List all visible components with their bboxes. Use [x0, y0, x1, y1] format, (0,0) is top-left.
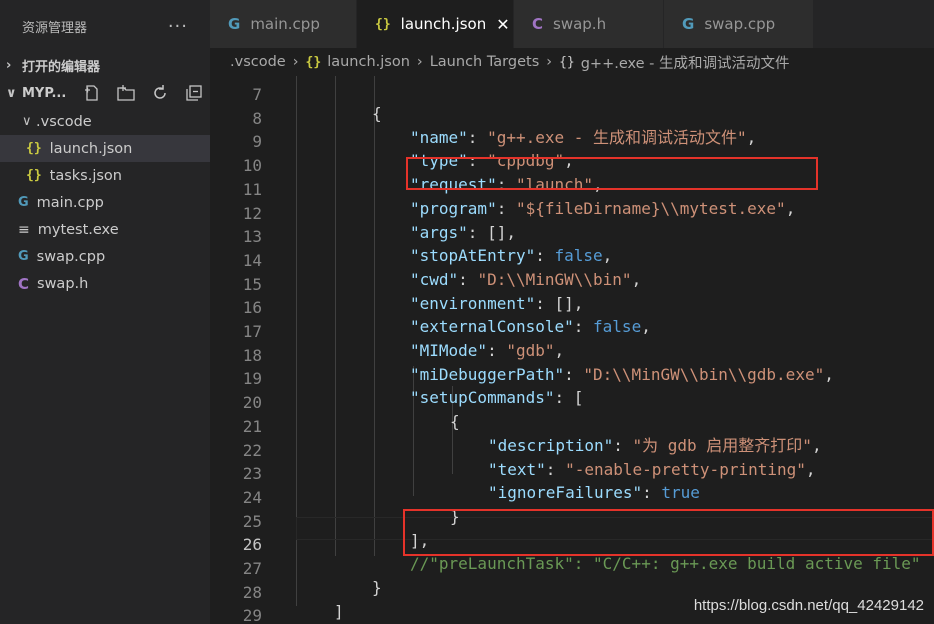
chevron-right-icon: ›: [416, 54, 423, 70]
tree-item-label: mytest.exe: [37, 221, 119, 238]
code-line: 8 "name": "g++.exe - 生成和调试活动文件",: [252, 108, 757, 147]
cpp-icon: G: [18, 195, 29, 210]
explorer-title: 资源管理器: [22, 20, 88, 36]
chevron-right-icon: ›: [292, 54, 299, 70]
tab-label: swap.h: [553, 15, 607, 33]
program-highlight-box: [406, 157, 818, 190]
code-line: 23 "ignoreFailures": true: [242, 464, 700, 503]
json-icon: {}: [375, 16, 391, 32]
chevron-down-icon: ∨: [6, 85, 17, 101]
code-line: 18 "miDebuggerPath": "D:\\MinGW\\bin\\gd…: [242, 345, 834, 384]
c-header-icon: C: [532, 15, 544, 33]
breadcrumb-file[interactable]: launch.json: [327, 54, 410, 70]
tree-item-label: main.cpp: [36, 194, 104, 211]
tree-item-main-cpp[interactable]: G main.cpp: [0, 189, 210, 216]
tree-item-swap-h[interactable]: C swap.h: [0, 270, 210, 297]
tab-label: main.cpp: [250, 15, 320, 33]
editor-tabs: G main.cpp {} launch.json ✕ C swap.h G s…: [210, 0, 934, 48]
cpp-icon: G: [682, 15, 695, 33]
tab-swap-h[interactable]: C swap.h: [514, 0, 664, 48]
tree-item-label: swap.cpp: [36, 248, 106, 265]
open-editors-label: 打开的编辑器: [22, 59, 101, 75]
explorer-header: 资源管理器 ···: [0, 0, 210, 52]
more-actions-icon[interactable]: ···: [168, 16, 188, 37]
tab-swap-cpp[interactable]: G swap.cpp: [664, 0, 814, 48]
close-icon[interactable]: ✕: [496, 15, 509, 34]
code-line: 9 "type": "cppdbg",: [252, 132, 574, 171]
code-line: 24 }: [242, 487, 460, 526]
code-line: 19 "setupCommands": [: [242, 369, 584, 408]
tree-item-label: launch.json: [49, 140, 133, 157]
chevron-right-icon: ›: [6, 57, 12, 73]
code-line: 7 {: [252, 85, 382, 123]
tree-item-label: swap.h: [37, 275, 89, 292]
json-icon: {}: [305, 54, 322, 70]
code-line: 10 "request": "launch",: [242, 156, 603, 195]
cpp-icon: G: [18, 249, 29, 264]
open-editors-section[interactable]: › 打开的编辑器: [0, 52, 210, 78]
code-line: 21 "description": "为 gdb 启用整齐打印",: [242, 416, 822, 455]
breadcrumb-section[interactable]: Launch Targets: [430, 54, 540, 70]
tab-label: launch.json: [400, 15, 487, 33]
json-icon: {}: [26, 141, 42, 156]
tree-item-tasks-json[interactable]: {} tasks.json: [0, 162, 210, 189]
c-header-icon: C: [18, 274, 30, 293]
cpp-icon: G: [228, 15, 241, 33]
prelaunchtask-highlight-box: [403, 509, 934, 556]
refresh-icon[interactable]: [148, 82, 172, 104]
tree-item-vscode-folder[interactable]: ∨ .vscode: [0, 108, 210, 135]
code-line: 13 "stopAtEntry": false,: [242, 227, 613, 266]
exe-icon: ≡: [18, 221, 30, 238]
collapse-all-icon[interactable]: [182, 82, 206, 104]
chevron-right-icon: ›: [546, 54, 553, 70]
code-line: 14 "cwd": "D:\\MinGW\\bin",: [242, 250, 642, 289]
new-folder-icon[interactable]: [114, 82, 138, 104]
object-icon: {}: [559, 54, 575, 70]
code-line: 22 "text": "-enable-pretty-printing",: [242, 440, 816, 479]
breadcrumb-folder[interactable]: .vscode: [230, 54, 286, 70]
tab-main-cpp[interactable]: G main.cpp: [210, 0, 357, 48]
breadcrumb-item[interactable]: g++.exe - 生成和调试活动文件: [581, 52, 790, 73]
json-icon: {}: [26, 168, 42, 183]
code-editor[interactable]: 7 { 8 "name": "g++.exe - 生成和调试活动文件", 9 "…: [210, 76, 934, 624]
tree-item-label: tasks.json: [49, 167, 122, 184]
watermark: https://blog.csdn.net/qq_42429142: [693, 597, 924, 614]
code-line: 28 ]: [242, 582, 344, 621]
chevron-down-icon: ∨: [22, 114, 32, 129]
tree-item-launch-json[interactable]: {} launch.json: [0, 135, 210, 162]
new-file-icon[interactable]: [80, 82, 104, 104]
code-line: 15 "environment": [],: [242, 274, 584, 313]
explorer-sidebar: 资源管理器 ··· › 打开的编辑器 ∨ MYP... ∨ .vscode {}: [0, 0, 210, 624]
tree-item-swap-cpp[interactable]: G swap.cpp: [0, 243, 210, 270]
code-line: 16 "externalConsole": false,: [242, 298, 651, 337]
workspace-folder-label: MYP...: [22, 85, 67, 101]
tree-item-mytest-exe[interactable]: ≡ mytest.exe: [0, 216, 210, 243]
code-line: 20 {: [242, 393, 460, 432]
workspace-folder-header[interactable]: ∨ MYP...: [0, 78, 210, 108]
breadcrumb: .vscode › {} launch.json › Launch Target…: [210, 48, 934, 76]
tree-item-label: .vscode: [36, 113, 92, 130]
code-line: 17 "MIMode": "gdb",: [242, 322, 565, 360]
tab-label: swap.cpp: [704, 15, 776, 33]
tab-launch-json[interactable]: {} launch.json ✕: [357, 0, 514, 48]
